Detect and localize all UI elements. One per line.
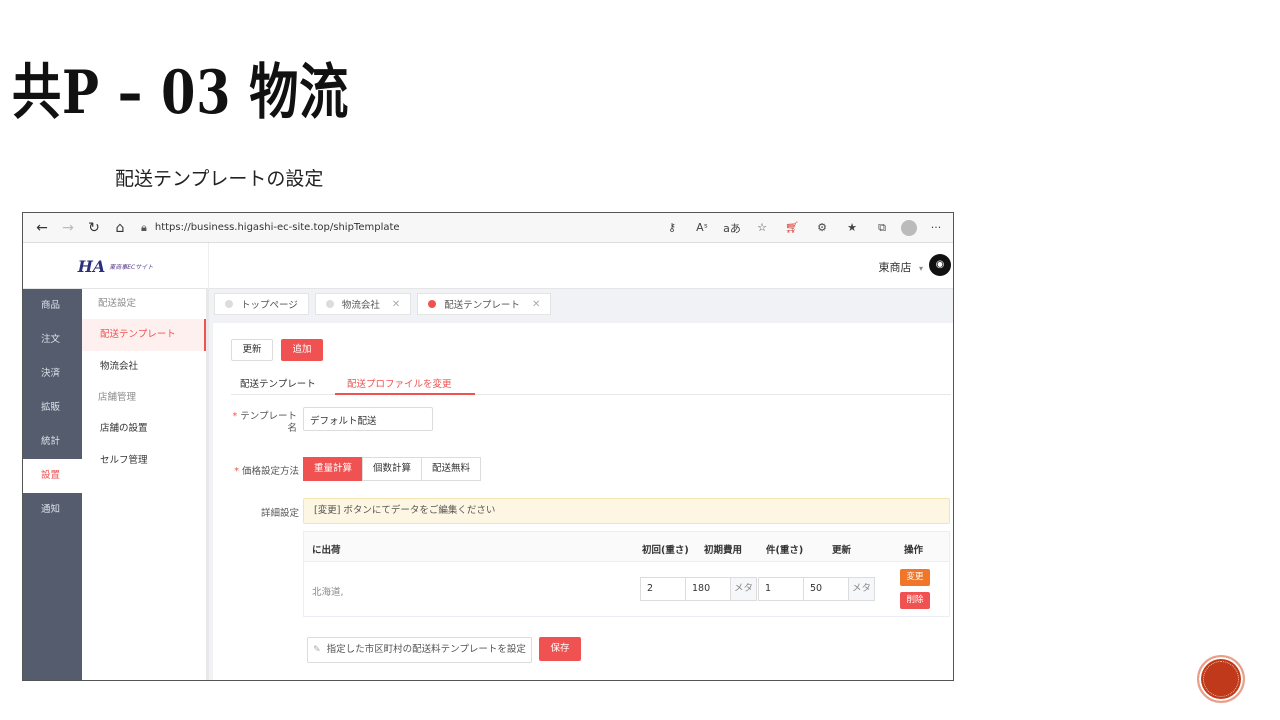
template-name-input[interactable]: デフォルト配送 [303, 407, 433, 431]
shipping-rate-table: に出荷 初回(重さ) 初期費用 件(重さ) 更新 操作 北海道, 2 180 メ… [303, 531, 950, 617]
price-method-quantity[interactable]: 個数計算 [362, 457, 422, 481]
delete-row-button[interactable]: 削除 [900, 592, 930, 609]
collections-icon[interactable]: ⧉ [871, 221, 893, 235]
sidebar-item-statistics[interactable]: 統計 [23, 425, 82, 459]
column-header-region: に出荷 [312, 545, 341, 556]
sidebar-item-payments[interactable]: 決済 [23, 357, 82, 391]
more-icon[interactable]: ··· [925, 221, 947, 234]
active-tab-indicator [335, 393, 475, 395]
slide-subtitle: 配送テンプレートの設定 [115, 168, 324, 190]
shopping-icon[interactable]: 🛒︎ [781, 221, 803, 234]
tab-dot-icon [428, 300, 437, 308]
forward-arrow-icon[interactable]: → [55, 220, 81, 236]
main-sidebar: 商品 注文 決済 拡販 統計 設置 通知 [23, 289, 82, 680]
close-icon[interactable]: ✕ [392, 299, 400, 310]
sidebar-item-orders[interactable]: 注文 [23, 323, 82, 357]
favorites-icon[interactable]: ★ [841, 221, 863, 234]
tab-dot-icon [225, 300, 233, 308]
tab-label: 配送テンプレート [444, 300, 520, 311]
main-content: 更新 追加 配送テンプレート 配送プロファイルを変更 * テンプレート 名 デフォ… [213, 323, 953, 680]
set-region-label: 指定した市区町村の配送料テンプレートを設定 [326, 644, 526, 655]
unit-addon: メタ [849, 577, 875, 601]
sub-sidebar: 配送設定 配送テンプレート 物流会社 店舗管理 店舗の設置 セルフ管理 [82, 289, 209, 680]
logo-text: 東商事ECサイト [109, 263, 154, 271]
close-icon[interactable]: ✕ [532, 299, 540, 310]
column-header-renew: 更新 [832, 545, 852, 556]
edit-row-button[interactable]: 変更 [900, 569, 930, 586]
price-method-weight[interactable]: 重量計算 [303, 457, 363, 481]
avatar[interactable]: ◉ [929, 254, 951, 276]
tab-ship-template[interactable]: 配送テンプレート ✕ [417, 293, 552, 315]
set-region-template-button[interactable]: ✎ 指定した市区町村の配送料テンプレートを設定 [307, 637, 532, 663]
extensions-icon[interactable]: ⚙ [811, 221, 833, 234]
sidebar-item-settings[interactable]: 設置 [23, 459, 82, 493]
submenu-item-logistics[interactable]: 物流会社 [82, 351, 206, 383]
home-icon[interactable]: ⌂ [107, 220, 133, 236]
sidebar-item-promotion[interactable]: 拡販 [23, 391, 82, 425]
sidebar-item-products[interactable]: 商品 [23, 289, 82, 323]
url-text[interactable]: https://business.higashi-ec-site.top/shi… [155, 222, 400, 233]
price-method-free[interactable]: 配送無料 [421, 457, 481, 481]
first-weight-input[interactable]: 2 [640, 577, 686, 601]
slide-title: 共P – 03 物流 [12, 58, 350, 128]
edit-notice: [変更] ボタンにてデータをご編集ください [303, 498, 950, 524]
submenu-group-store: 店舗管理 [98, 392, 137, 403]
browser-tools: ⚷ Aˢ aあ ☆ 🛒︎ ⚙ ★ ⧉ ··· [661, 219, 953, 236]
profile-icon[interactable] [901, 219, 917, 236]
add-button[interactable]: 追加 [281, 339, 323, 361]
address-bar[interactable]: 🔒︎ https://business.higashi-ec-site.top/… [141, 217, 601, 239]
sidebar-item-notifications[interactable]: 通知 [23, 493, 82, 527]
back-arrow-icon[interactable]: ← [29, 220, 55, 236]
column-header-first-fee: 初期費用 [704, 545, 743, 556]
slide-badge-icon [1197, 655, 1245, 703]
app-screenshot: ← → ↻ ⌂ 🔒︎ https://business.higashi-ec-s… [22, 212, 954, 681]
tab-label: トップページ [241, 300, 298, 311]
page-tabs: トップページ 物流会社 ✕ 配送テンプレート ✕ [209, 289, 953, 319]
submenu-item-self-manage[interactable]: セルフ管理 [82, 445, 206, 477]
column-header-ops: 操作 [904, 545, 924, 556]
read-aloud-icon[interactable]: Aˢ [691, 221, 713, 234]
submenu-group-shipping: 配送設定 [98, 298, 137, 309]
extra-weight-input[interactable]: 1 [758, 577, 804, 601]
key-icon[interactable]: ⚷ [661, 221, 683, 234]
translate-icon[interactable]: aあ [721, 220, 743, 236]
tab-logistics[interactable]: 物流会社 ✕ [314, 293, 412, 315]
submenu-item-ship-template[interactable]: 配送テンプレート [82, 319, 206, 351]
browser-toolbar: ← → ↻ ⌂ 🔒︎ https://business.higashi-ec-s… [23, 213, 953, 243]
save-button[interactable]: 保存 [539, 637, 581, 661]
lock-icon: 🔒︎ [141, 220, 147, 234]
tab-edit-shipping-profile[interactable]: 配送プロファイルを変更 [347, 376, 452, 390]
favorite-add-icon[interactable]: ☆ [751, 221, 773, 234]
column-header-extra-weight: 件(重さ) [766, 545, 804, 556]
renew-fee-input[interactable]: 50 [803, 577, 849, 601]
submenu-item-store-settings[interactable]: 店舗の設置 [82, 413, 206, 445]
tab-label: 物流会社 [341, 300, 380, 311]
chevron-down-icon: ▾ [918, 264, 923, 273]
logo-mark: HA [77, 256, 106, 276]
template-name-label: * テンプレート 名 [232, 411, 297, 434]
column-header-first-weight: 初回(重さ) [642, 545, 689, 556]
required-mark: * [232, 411, 238, 422]
unit-addon: メタ [731, 577, 757, 601]
edit-icon: ✎ [313, 645, 321, 655]
first-fee-input[interactable]: 180 [685, 577, 731, 601]
refresh-button[interactable]: 更新 [231, 339, 273, 361]
required-mark: * [234, 466, 239, 477]
tab-ship-template-list[interactable]: 配送テンプレート [240, 376, 316, 390]
detail-settings-label: 詳細設定 [260, 508, 299, 519]
tab-dot-icon [325, 300, 334, 308]
table-header: に出荷 初回(重さ) 初期費用 件(重さ) 更新 操作 [304, 532, 949, 562]
tab-top-page[interactable]: トップページ [214, 293, 309, 315]
row-region: 北海道, [312, 587, 344, 598]
logo[interactable]: HA 東商事ECサイト [23, 243, 209, 289]
app-header: HA 東商事ECサイト 東商店 ▾ ◉ [23, 243, 953, 289]
store-name: 東商店 [878, 261, 912, 274]
price-method-label: * 価格設定方法 [234, 466, 299, 477]
refresh-icon[interactable]: ↻ [81, 220, 107, 236]
store-menu[interactable]: 東商店 ▾ [878, 259, 923, 275]
content-tabs: 配送テンプレート 配送プロファイルを変更 [231, 373, 951, 395]
